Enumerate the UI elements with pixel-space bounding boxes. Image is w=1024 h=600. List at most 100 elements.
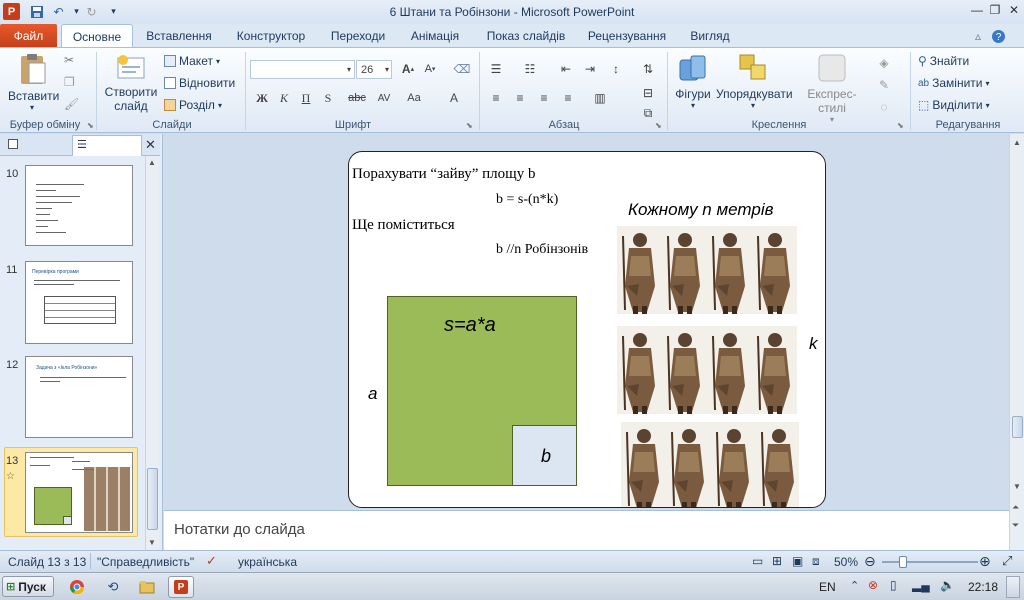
notes-pane[interactable]: Нотатки до слайда: [164, 510, 1009, 550]
tab-transitions[interactable]: Переходи: [322, 24, 394, 48]
font-color-icon[interactable]: A: [444, 89, 464, 107]
slides-tab-icon[interactable]: [8, 139, 18, 149]
scroll-thumb[interactable]: [147, 468, 158, 530]
change-case-icon[interactable]: Aa: [402, 89, 426, 107]
robinson-figures[interactable]: [617, 226, 799, 508]
quick-styles-button[interactable]: Експрес-стилі ▾: [794, 52, 870, 124]
zoom-level[interactable]: 50%: [834, 555, 858, 569]
show-desktop-button[interactable]: [1006, 576, 1020, 598]
slide-thumbnail-11[interactable]: Перевірка програми: [25, 261, 133, 344]
line-spacing-icon[interactable]: ↕: [606, 60, 626, 78]
reset-button[interactable]: Відновити: [164, 74, 235, 92]
section-button[interactable]: Розділ ▾: [164, 96, 222, 114]
layout-button[interactable]: Макет ▾: [164, 52, 220, 70]
theme-name[interactable]: "Справедливість": [97, 555, 194, 569]
font-launcher-icon[interactable]: ⬊: [466, 121, 473, 130]
zoom-out-icon[interactable]: ⊖: [864, 553, 876, 570]
slide-show-icon[interactable]: ⧈: [812, 554, 820, 569]
character-spacing-icon[interactable]: AV: [372, 89, 396, 107]
align-left-icon[interactable]: ≡: [486, 89, 506, 107]
input-language[interactable]: EN: [819, 580, 836, 594]
tab-slide-show[interactable]: Показ слайдів: [478, 24, 574, 48]
shape-fill-icon[interactable]: ◈: [874, 54, 894, 72]
volume-icon[interactable]: 🔈: [940, 578, 955, 592]
underline-icon[interactable]: П: [296, 89, 316, 107]
language[interactable]: українська: [238, 555, 297, 569]
drawing-launcher-icon[interactable]: ⬊: [897, 121, 904, 130]
reading-view-icon[interactable]: ▣: [792, 554, 803, 568]
paragraph-launcher-icon[interactable]: ⬊: [655, 121, 662, 130]
panel-scrollbar[interactable]: ▲ ▼: [145, 156, 159, 550]
decrease-indent-icon[interactable]: ⇤: [556, 60, 576, 78]
tab-home[interactable]: Основне: [61, 24, 133, 48]
signal-icon[interactable]: ▂▄: [912, 578, 930, 592]
slide-thumbnail-12[interactable]: Задача з «Ікла Робінзони»: [25, 356, 133, 438]
shape-effects-icon[interactable]: ◌: [874, 98, 894, 116]
columns-icon[interactable]: ▥: [590, 89, 610, 107]
bullets-icon[interactable]: ☰: [486, 60, 506, 78]
show-hidden-icons-icon[interactable]: ⌃: [850, 579, 859, 592]
start-button[interactable]: ⊞ Пуск: [2, 576, 54, 597]
copy-icon[interactable]: ❐: [64, 75, 75, 89]
slide-thumbnail-13[interactable]: [25, 452, 133, 533]
justify-icon[interactable]: ≡: [558, 89, 578, 107]
fit-slide-icon[interactable]: ⤢: [1002, 553, 1012, 569]
chrome-icon[interactable]: [66, 577, 88, 597]
current-slide[interactable]: Порахувати “зайву” площу b b = s-(n*k) Щ…: [348, 151, 826, 508]
help-icon[interactable]: ?: [988, 24, 1008, 48]
arrange-button[interactable]: Упорядкувати ▾: [716, 52, 793, 110]
python-icon[interactable]: ⟲: [102, 577, 124, 597]
slide-thumbnail-10[interactable]: [25, 165, 133, 246]
slide-scrollbar[interactable]: ▲ ▼ ⏶ ⏷: [1009, 134, 1024, 550]
shrink-font-icon[interactable]: A ▾: [420, 60, 440, 78]
tab-animation[interactable]: Анімація: [402, 24, 468, 48]
numbering-icon[interactable]: ☷: [520, 60, 540, 78]
device-icon[interactable]: ▯: [890, 578, 897, 592]
font-size-combo[interactable]: 26 ▾: [356, 60, 392, 79]
align-center-icon[interactable]: ≡: [510, 89, 530, 107]
outline-tab[interactable]: ☰: [72, 135, 142, 156]
powerpoint-taskbar-icon[interactable]: P: [168, 576, 194, 598]
format-painter-icon[interactable]: 🖌: [64, 97, 79, 111]
increase-indent-icon[interactable]: ⇥: [580, 60, 600, 78]
clipboard-launcher-icon[interactable]: ⬊: [87, 121, 94, 130]
cut-icon[interactable]: ✂: [64, 53, 74, 67]
previous-slide-icon[interactable]: ⏶: [1012, 502, 1019, 513]
normal-view-icon[interactable]: ▭: [752, 554, 763, 568]
scroll-down-icon[interactable]: ▼: [148, 538, 156, 547]
text-direction-icon[interactable]: ⇅: [638, 60, 658, 78]
tab-view[interactable]: Вигляд: [682, 24, 738, 48]
clock[interactable]: 22:18: [968, 580, 998, 594]
tab-file[interactable]: Файл: [0, 24, 57, 48]
spellcheck-icon[interactable]: ✓: [206, 553, 217, 569]
network-error-icon[interactable]: ⊗: [868, 578, 878, 592]
shape-outline-icon[interactable]: ✎: [874, 76, 894, 94]
align-text-icon[interactable]: ⊟: [638, 84, 658, 102]
paste-button[interactable]: Вставити ▾: [8, 52, 59, 112]
close-button[interactable]: ✕: [1005, 2, 1023, 18]
minimize-button[interactable]: —: [968, 2, 986, 18]
zoom-in-icon[interactable]: ⊕: [979, 553, 991, 570]
scroll-up-icon[interactable]: ▲: [148, 158, 156, 167]
select-button[interactable]: ⬚ Виділити ▾: [918, 96, 990, 114]
font-name-combo[interactable]: ▾: [250, 60, 355, 79]
slide-sorter-icon[interactable]: ⊞: [772, 554, 782, 568]
close-panel-icon[interactable]: ✕: [145, 137, 156, 153]
new-slide-button[interactable]: Створити слайд: [104, 52, 158, 113]
tab-design[interactable]: Конструктор: [228, 24, 314, 48]
tab-review[interactable]: Рецензування: [582, 24, 672, 48]
scroll-down-icon[interactable]: ▼: [1013, 482, 1021, 491]
shadow-icon[interactable]: S: [318, 89, 338, 107]
bold-icon[interactable]: Ж: [252, 89, 272, 107]
folder-icon[interactable]: [136, 577, 158, 597]
tab-insert[interactable]: Вставлення: [140, 24, 218, 48]
italic-icon[interactable]: К: [274, 89, 294, 107]
scroll-thumb[interactable]: [1012, 416, 1023, 438]
find-button[interactable]: ⚲ Знайти: [918, 52, 969, 70]
scroll-up-icon[interactable]: ▲: [1013, 138, 1021, 147]
strikethrough-icon[interactable]: abc: [344, 89, 370, 107]
grow-font-icon[interactable]: A ▴: [398, 60, 418, 78]
clear-formatting-icon[interactable]: ⌫: [452, 60, 472, 78]
align-right-icon[interactable]: ≡: [534, 89, 554, 107]
restore-button[interactable]: ❐: [986, 2, 1004, 18]
